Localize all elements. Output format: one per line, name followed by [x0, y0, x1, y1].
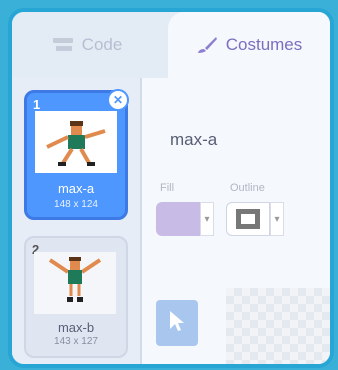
- editor-tabs: Code Costumes: [12, 12, 330, 78]
- costume-name-label: max-b: [57, 320, 95, 335]
- code-blocks-icon: [52, 36, 74, 54]
- outline-label: Outline: [230, 182, 265, 194]
- delete-costume-button[interactable]: ✕: [107, 89, 129, 111]
- fill-color-swatch[interactable]: [156, 202, 200, 236]
- costume-number: 1: [33, 97, 41, 112]
- costume-editor-window: Code Costumes 1 ✕ max-a 148 x 124 2 max-…: [8, 8, 334, 368]
- tab-code[interactable]: Code: [12, 12, 162, 78]
- costume-thumbnail-max-a: [35, 111, 117, 173]
- tab-costumes-label: Costumes: [225, 35, 303, 54]
- costume-item-max-a[interactable]: 1 ✕ max-a 148 x 124: [24, 89, 129, 220]
- costume-name-label: max-a: [57, 181, 95, 196]
- select-tool-button[interactable]: [156, 300, 198, 346]
- tab-costumes[interactable]: Costumes: [168, 12, 330, 78]
- drawing-canvas[interactable]: [226, 288, 330, 364]
- fill-label: Fill: [160, 182, 175, 194]
- fill-dropdown-arrow[interactable]: ▾: [200, 202, 214, 236]
- costume-list: 1 ✕ max-a 148 x 124 2 max-b 143 x 127: [12, 78, 142, 364]
- costume-size-label: 148 x 124: [54, 199, 98, 210]
- paintbrush-icon: [196, 36, 218, 54]
- outline-square-icon: [236, 209, 260, 229]
- costume-name-field[interactable]: max-a: [170, 130, 217, 150]
- outline-dropdown-arrow[interactable]: ▾: [270, 202, 284, 236]
- cursor-arrow-icon: [167, 309, 187, 338]
- tab-code-label: Code: [81, 35, 123, 54]
- costume-item-max-b[interactable]: 2 max-b 143 x 127: [24, 236, 128, 358]
- costume-thumbnail-max-b: [34, 252, 116, 314]
- costume-size-label: 143 x 127: [54, 336, 98, 347]
- paint-editor: max-a Fill Outline ▾ ▾: [142, 78, 330, 364]
- outline-color-swatch[interactable]: [226, 202, 270, 236]
